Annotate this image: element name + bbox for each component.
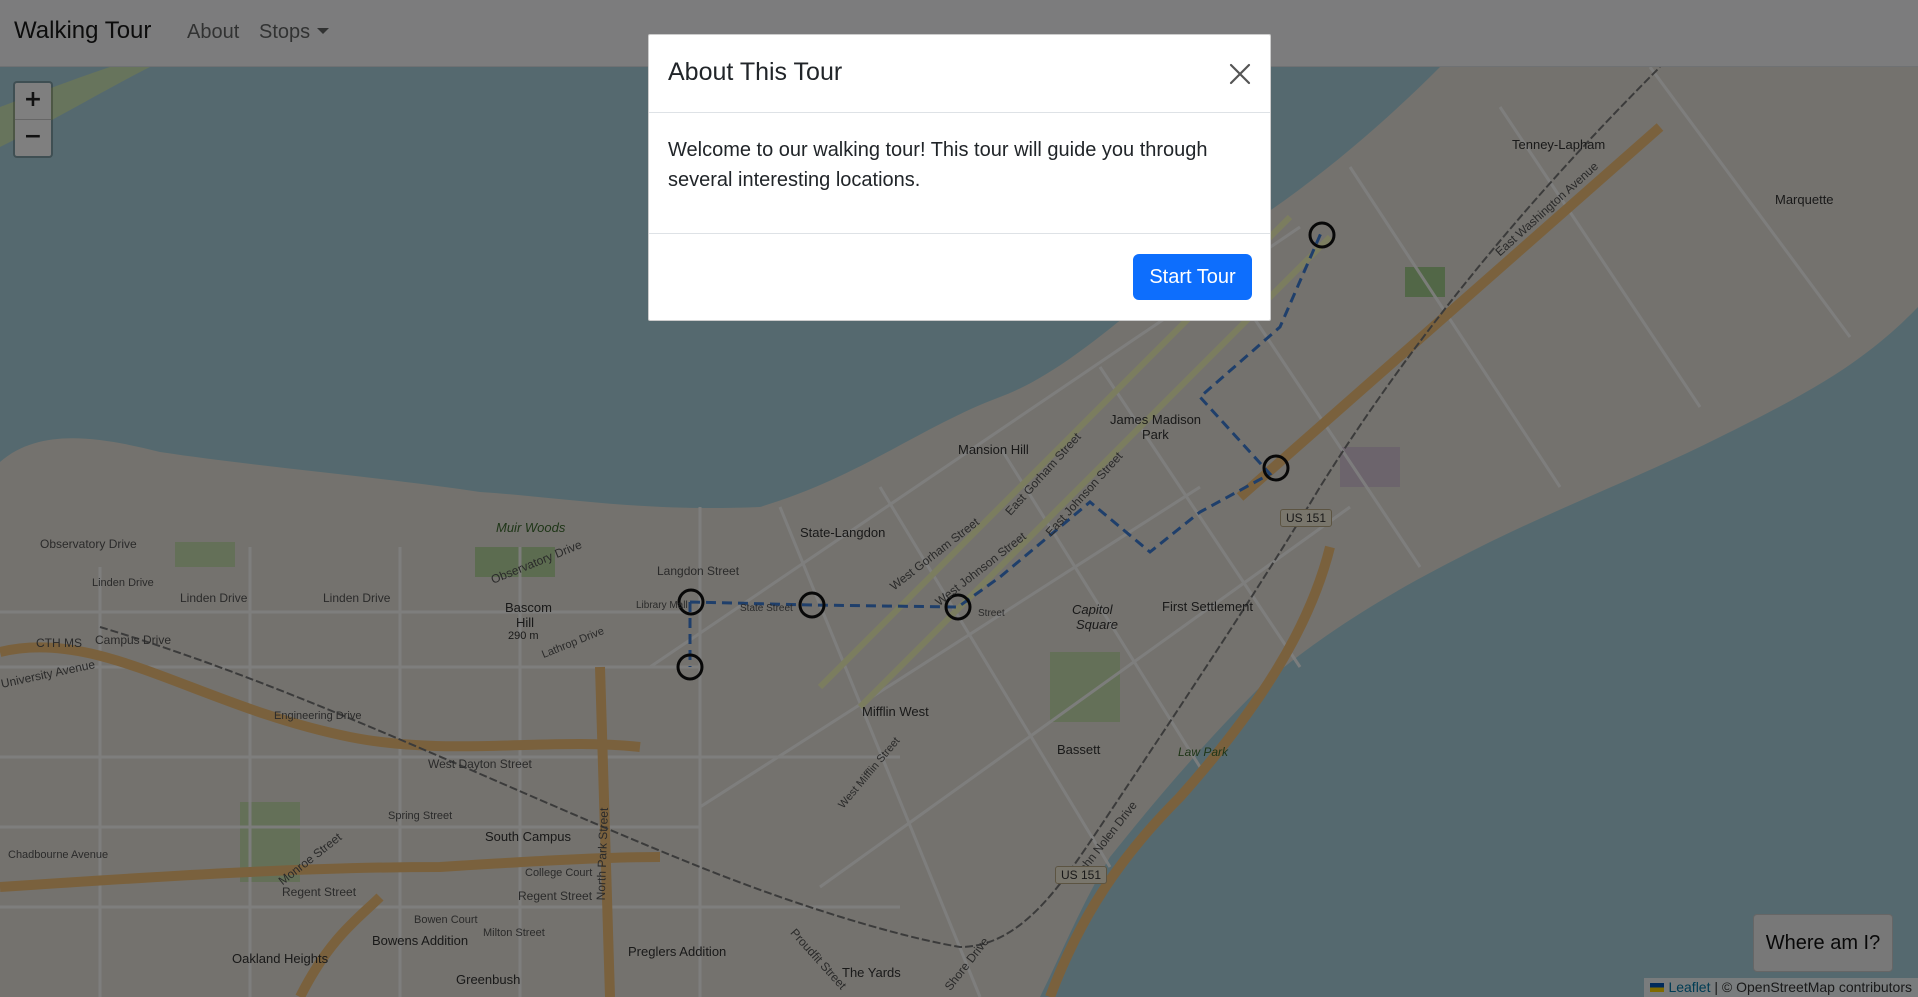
close-button[interactable] (1226, 60, 1254, 88)
about-modal: About This Tour Welcome to our walking t… (648, 34, 1271, 321)
modal-title: About This Tour (668, 58, 843, 86)
start-tour-button[interactable]: Start Tour (1133, 254, 1252, 300)
modal-footer: Start Tour (649, 233, 1270, 321)
modal-header: About This Tour (649, 35, 1270, 113)
close-icon (1229, 63, 1251, 85)
modal-body: Welcome to our walking tour! This tour w… (668, 139, 1208, 191)
